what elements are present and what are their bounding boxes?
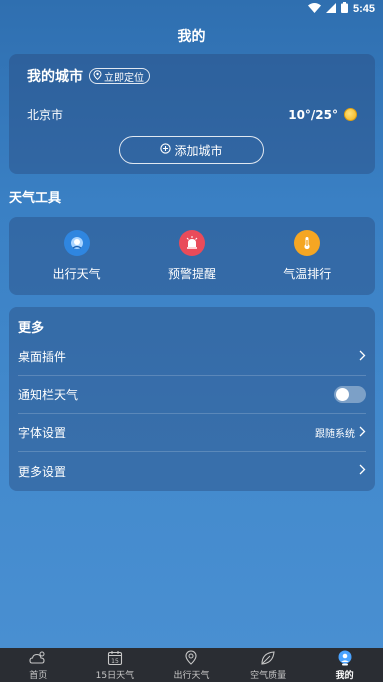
weather-tools-title: 天气工具: [9, 191, 62, 206]
tab-label: 出行天气: [173, 670, 210, 681]
home-weather-icon: [29, 650, 47, 667]
tab-mine[interactable]: 我的: [310, 650, 380, 681]
sunny-icon: [344, 108, 357, 121]
status-bar: 5:45: [0, 0, 383, 18]
my-city-title: 我的城市: [27, 69, 83, 85]
status-time: 5:45: [352, 3, 375, 15]
toggle-knob: [336, 388, 349, 401]
tab-label: 空气质量: [250, 670, 287, 681]
row-font-settings[interactable]: 字体设置 跟随系统: [18, 414, 366, 452]
locate-now-button[interactable]: 立即定位: [89, 68, 150, 84]
plus-circle-icon: [160, 143, 172, 157]
signal-icon: [325, 2, 336, 16]
row-label: 字体设置: [18, 426, 67, 440]
city-name: 北京市: [27, 108, 64, 122]
thermometer-icon: [294, 230, 321, 256]
font-setting-value: 跟随系统: [315, 429, 355, 440]
wifi-icon: [307, 2, 321, 16]
tool-label: 气温排行: [283, 267, 332, 281]
locate-now-label: 立即定位: [104, 72, 144, 84]
notification-weather-toggle[interactable]: [334, 386, 366, 403]
weather-tools-card: 出行天气 预警提醒 气温排行: [9, 217, 375, 295]
city-temp: 10°/25°: [288, 107, 338, 122]
tool-temperature-ranking[interactable]: 气温排行: [262, 230, 352, 282]
tab-home[interactable]: 首页: [3, 650, 73, 681]
location-pin-icon: [182, 650, 200, 667]
chevron-right-icon: [359, 350, 366, 364]
tool-alert-reminder[interactable]: 预警提醒: [147, 230, 237, 282]
add-city-label: 添加城市: [174, 143, 223, 158]
leaf-icon: [259, 650, 277, 667]
more-title: 更多: [18, 321, 45, 336]
tool-label: 预警提醒: [167, 267, 216, 281]
row-more-settings[interactable]: 更多设置: [18, 452, 366, 490]
tool-travel-weather[interactable]: 出行天气: [32, 230, 122, 282]
tab-travel-weather[interactable]: 出行天气: [156, 650, 226, 681]
tab-label: 15日天气: [95, 670, 135, 681]
tab-label: 我的: [335, 670, 354, 681]
tab-label: 首页: [29, 670, 48, 681]
alarm-icon: [178, 230, 205, 256]
city-row[interactable]: 北京市 10°/25°: [9, 106, 375, 123]
profile-icon: [336, 650, 354, 667]
location-pin-icon: [93, 69, 102, 83]
row-label: 通知栏天气: [18, 388, 79, 402]
travel-pin-icon: [63, 230, 90, 256]
svg-text:15: 15: [111, 658, 119, 665]
chevron-right-icon: [359, 464, 366, 478]
tool-label: 出行天气: [52, 267, 101, 281]
tab-15-day[interactable]: 15 15日天气: [80, 650, 150, 681]
row-notification-weather: 通知栏天气: [18, 376, 366, 414]
calendar-15-icon: 15: [106, 650, 124, 667]
row-label: 桌面插件: [18, 350, 67, 364]
battery-icon: [340, 2, 348, 16]
tab-air-quality[interactable]: 空气质量: [233, 650, 303, 681]
chevron-right-icon: [359, 426, 366, 440]
my-city-card: 我的城市 立即定位 北京市 10°/25° 添加城市: [9, 54, 375, 174]
add-city-button[interactable]: 添加城市: [119, 136, 264, 164]
row-desktop-widget[interactable]: 桌面插件: [18, 338, 366, 376]
page-title: 我的: [177, 29, 206, 45]
bottom-tab-bar: 首页 15 15日天气 出行天气 空气质量 我的: [0, 648, 383, 682]
more-card: 更多 桌面插件 通知栏天气 字体设置 跟随系统 更多设置: [9, 307, 375, 491]
row-label: 更多设置: [18, 464, 67, 479]
